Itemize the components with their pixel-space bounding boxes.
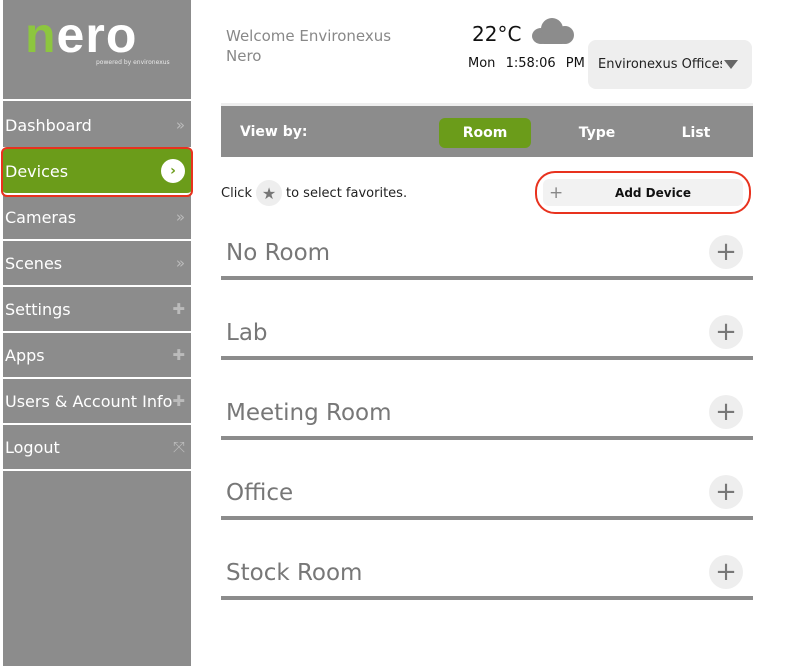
sidebar-item-label: Users & Account Info [5,391,173,411]
plus-icon: ✚ [172,346,185,364]
sidebar-item-settings[interactable]: Settings ✚ [3,287,191,333]
sidebar: nero powered by environexus Dashboard » De… [1,0,193,666]
sidebar-item-cameras[interactable]: Cameras » [3,195,191,241]
expand-plus-icon[interactable]: + [709,475,743,509]
datetime: Mon 1:58:06 PM [468,56,585,71]
room-name: Meeting Room [226,400,392,426]
star-icon: ★ [255,180,282,206]
sidebar-item-label: Dashboard [5,115,92,135]
sidebar-item-logout[interactable]: Logout ⤧ [3,425,191,471]
expand-plus-icon[interactable]: + [709,555,743,589]
expand-icon: ⤧ [172,438,185,456]
sidebar-item-label: Logout [5,437,60,457]
expand-plus-icon[interactable]: + [709,235,743,269]
room-section: Office + [221,474,753,520]
sidebar-item-users-account-info[interactable]: Users & Account Info ✚ [3,379,191,425]
sidebar-item-label: Devices [5,161,69,181]
dropdown-arrow-icon [724,60,738,69]
sidebar-item-label: Settings [5,299,71,319]
room-section: Meeting Room + [221,394,753,440]
room-name: Stock Room [226,560,363,586]
chevron-right-icon: › [161,159,185,183]
tab-room[interactable]: Room [439,118,531,148]
welcome-text: Welcome Environexus Nero [226,27,392,65]
chevron-right-icon: » [175,254,185,272]
cloud-icon [532,18,574,44]
add-device-button[interactable]: + Add Device [535,171,751,214]
plus-icon: ✚ [172,392,185,410]
favorites-hint: Click ★ to select favorites. [221,180,407,206]
tab-list[interactable]: List [650,118,742,148]
room-section: Stock Room + [221,554,753,600]
chevron-right-icon: » [175,208,185,226]
plus-icon: ✚ [172,300,185,318]
view-by-bar: View by: Room Type List [221,103,753,157]
expand-plus-icon[interactable]: + [709,395,743,429]
expand-plus-icon[interactable]: + [709,315,743,349]
room-section: Lab + [221,314,753,360]
sidebar-nav: Dashboard » Devices › Cameras » Scenes » Setting… [1,103,193,471]
sidebar-item-label: Apps [5,345,45,365]
room-name: Office [226,480,294,506]
room-section: No Room + [221,234,753,280]
room-name: No Room [226,240,331,266]
tab-type[interactable]: Type [551,118,643,148]
temperature: 22°C [472,22,522,46]
sidebar-item-label: Scenes [5,253,63,273]
plus-icon: + [549,182,564,203]
room-name: Lab [226,320,268,346]
sidebar-item-devices[interactable]: Devices › [1,147,193,197]
sidebar-item-scenes[interactable]: Scenes » [3,241,191,287]
nero-logo: nero powered by environexus [3,0,191,101]
sidebar-item-label: Cameras [5,207,77,227]
chevron-right-icon: » [175,116,185,134]
location-dropdown[interactable]: Environexus Offices [588,40,752,89]
sidebar-item-apps[interactable]: Apps ✚ [3,333,191,379]
sidebar-item-dashboard[interactable]: Dashboard » [3,103,191,149]
